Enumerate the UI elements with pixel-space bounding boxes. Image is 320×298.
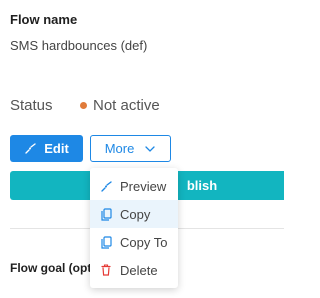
copy-icon xyxy=(100,207,112,221)
status-badge: Not active xyxy=(80,97,160,114)
menu-item-label: Preview xyxy=(120,178,167,194)
more-button[interactable]: More xyxy=(90,135,171,162)
status-value: Not active xyxy=(93,97,160,114)
copy-to-icon xyxy=(100,235,112,249)
flow-name-label: Flow name xyxy=(10,12,78,27)
chevron-down-icon xyxy=(144,142,156,156)
menu-item-preview[interactable]: Preview xyxy=(90,172,178,200)
menu-item-copy-to[interactable]: Copy To xyxy=(90,228,178,256)
flow-arrow-icon xyxy=(24,142,36,156)
edit-button[interactable]: Edit xyxy=(10,135,83,162)
trash-icon xyxy=(100,263,112,277)
flow-arrow-icon xyxy=(100,179,112,193)
menu-item-label: Delete xyxy=(120,262,158,278)
more-button-label: More xyxy=(104,141,135,156)
menu-item-delete[interactable]: Delete xyxy=(90,256,178,284)
flow-settings-panel: Flow name SMS hardbounces (def) Status N… xyxy=(0,0,284,298)
flow-goal-label: Flow goal (opt xyxy=(10,261,92,275)
menu-item-label: Copy xyxy=(120,206,151,222)
menu-item-label: Copy To xyxy=(120,234,168,250)
menu-item-copy[interactable]: Copy xyxy=(90,200,178,228)
status-dot-icon xyxy=(80,102,87,109)
more-dropdown-menu: Preview Copy Copy To Delete xyxy=(90,168,178,288)
flow-name-value: SMS hardbounces (def) xyxy=(10,38,148,53)
status-label: Status xyxy=(10,97,53,114)
edit-button-label: Edit xyxy=(44,141,69,156)
